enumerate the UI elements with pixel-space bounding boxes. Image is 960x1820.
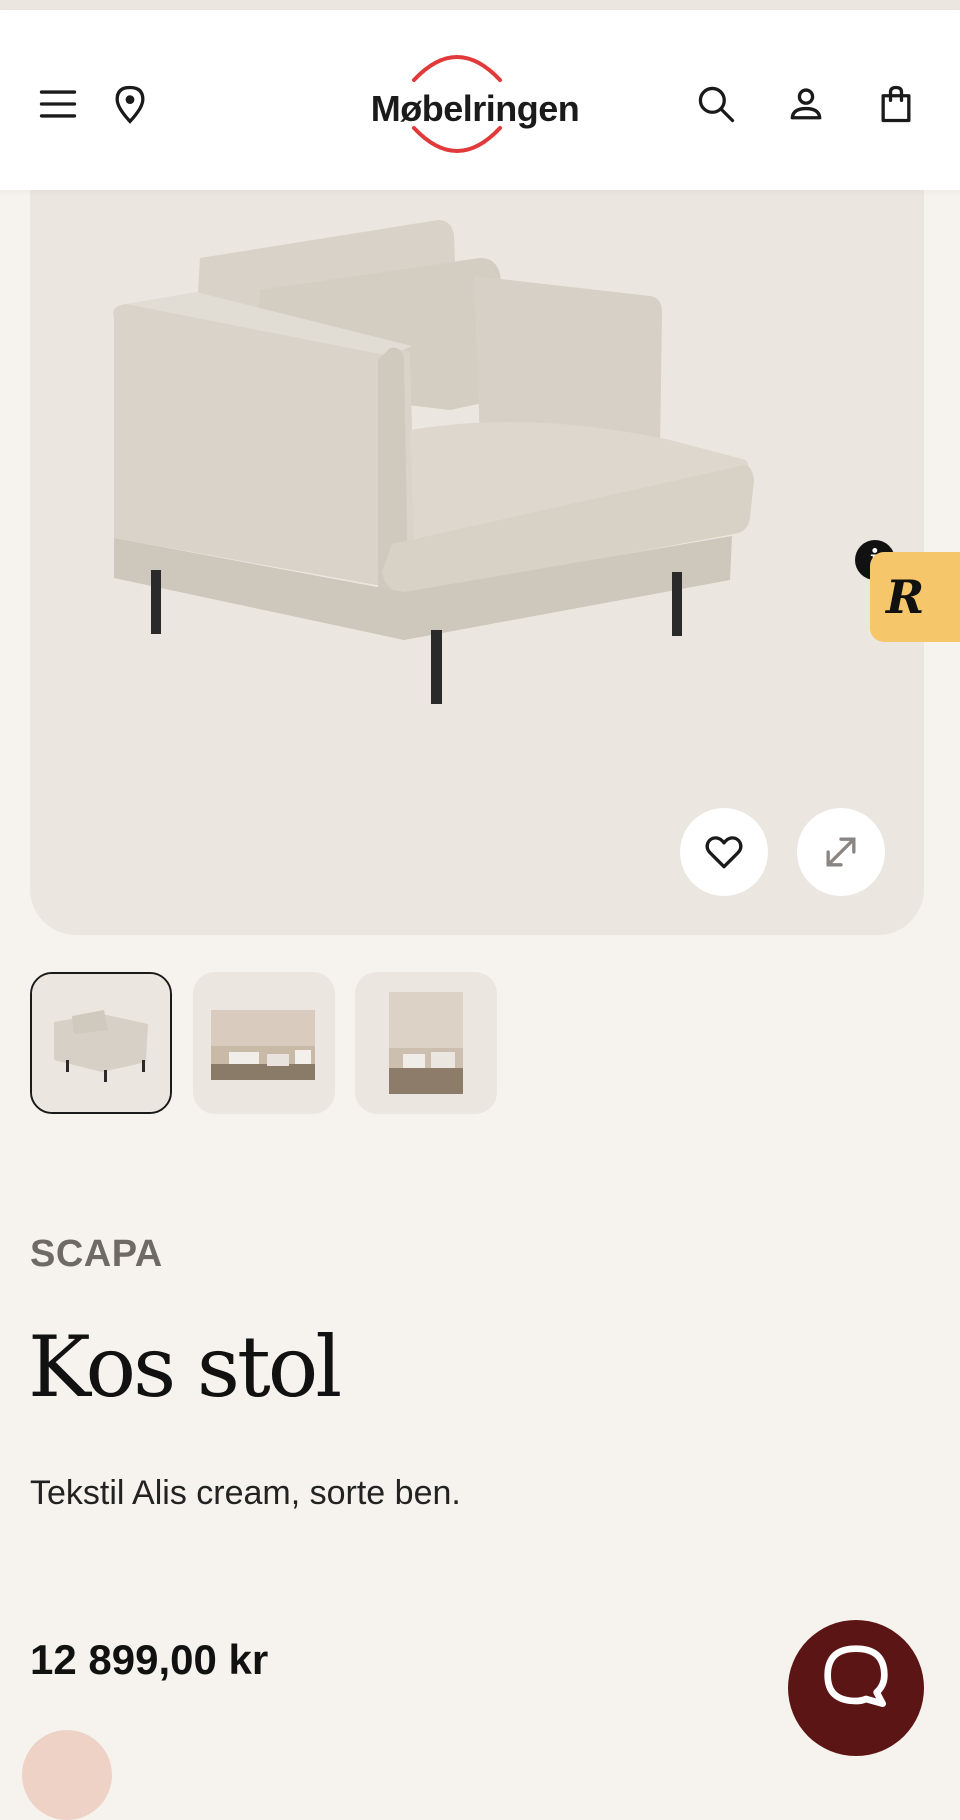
- site-header: Møbelringen: [0, 10, 960, 190]
- logo-text: Møbelringen: [370, 88, 580, 129]
- thumbnail-1[interactable]: [30, 972, 172, 1114]
- account-button[interactable]: [780, 78, 832, 130]
- thumbnail-room-image: [389, 992, 463, 1094]
- store-locator-button[interactable]: [104, 78, 156, 130]
- site-logo[interactable]: Møbelringen: [360, 44, 600, 164]
- status-strip: [0, 0, 960, 10]
- review-widget[interactable]: R: [870, 552, 960, 642]
- thumbnail-3[interactable]: [355, 972, 497, 1114]
- expand-icon: [826, 837, 856, 867]
- shopping-bag-icon: [881, 85, 911, 123]
- search-icon: [698, 86, 735, 123]
- heart-icon: [705, 836, 743, 869]
- search-button[interactable]: [690, 78, 742, 130]
- menu-button[interactable]: [32, 78, 84, 130]
- product-image[interactable]: [30, 140, 924, 935]
- thumbnail-room-image: [211, 1010, 315, 1080]
- chat-bubble-icon: [824, 1645, 888, 1707]
- thumbnail-chair-image: [32, 974, 170, 1112]
- product-description: Tekstil Alis cream, sorte ben.: [30, 1474, 461, 1512]
- user-icon: [790, 88, 822, 120]
- product-title: Kos stol: [28, 1318, 342, 1416]
- location-pin-icon: [115, 85, 145, 124]
- menu-icon: [39, 90, 77, 118]
- cart-button[interactable]: [870, 78, 922, 130]
- product-price: 12 899,00 kr: [30, 1636, 269, 1683]
- thumbnail-2[interactable]: [193, 972, 335, 1114]
- favorite-button[interactable]: [680, 808, 768, 896]
- product-brand[interactable]: SCAPA: [30, 1233, 163, 1276]
- widget-letter: R: [886, 570, 925, 624]
- floating-badge: [22, 1730, 112, 1820]
- chat-button[interactable]: [788, 1620, 924, 1756]
- armchair-image: [113, 220, 754, 704]
- expand-image-button[interactable]: [797, 808, 885, 896]
